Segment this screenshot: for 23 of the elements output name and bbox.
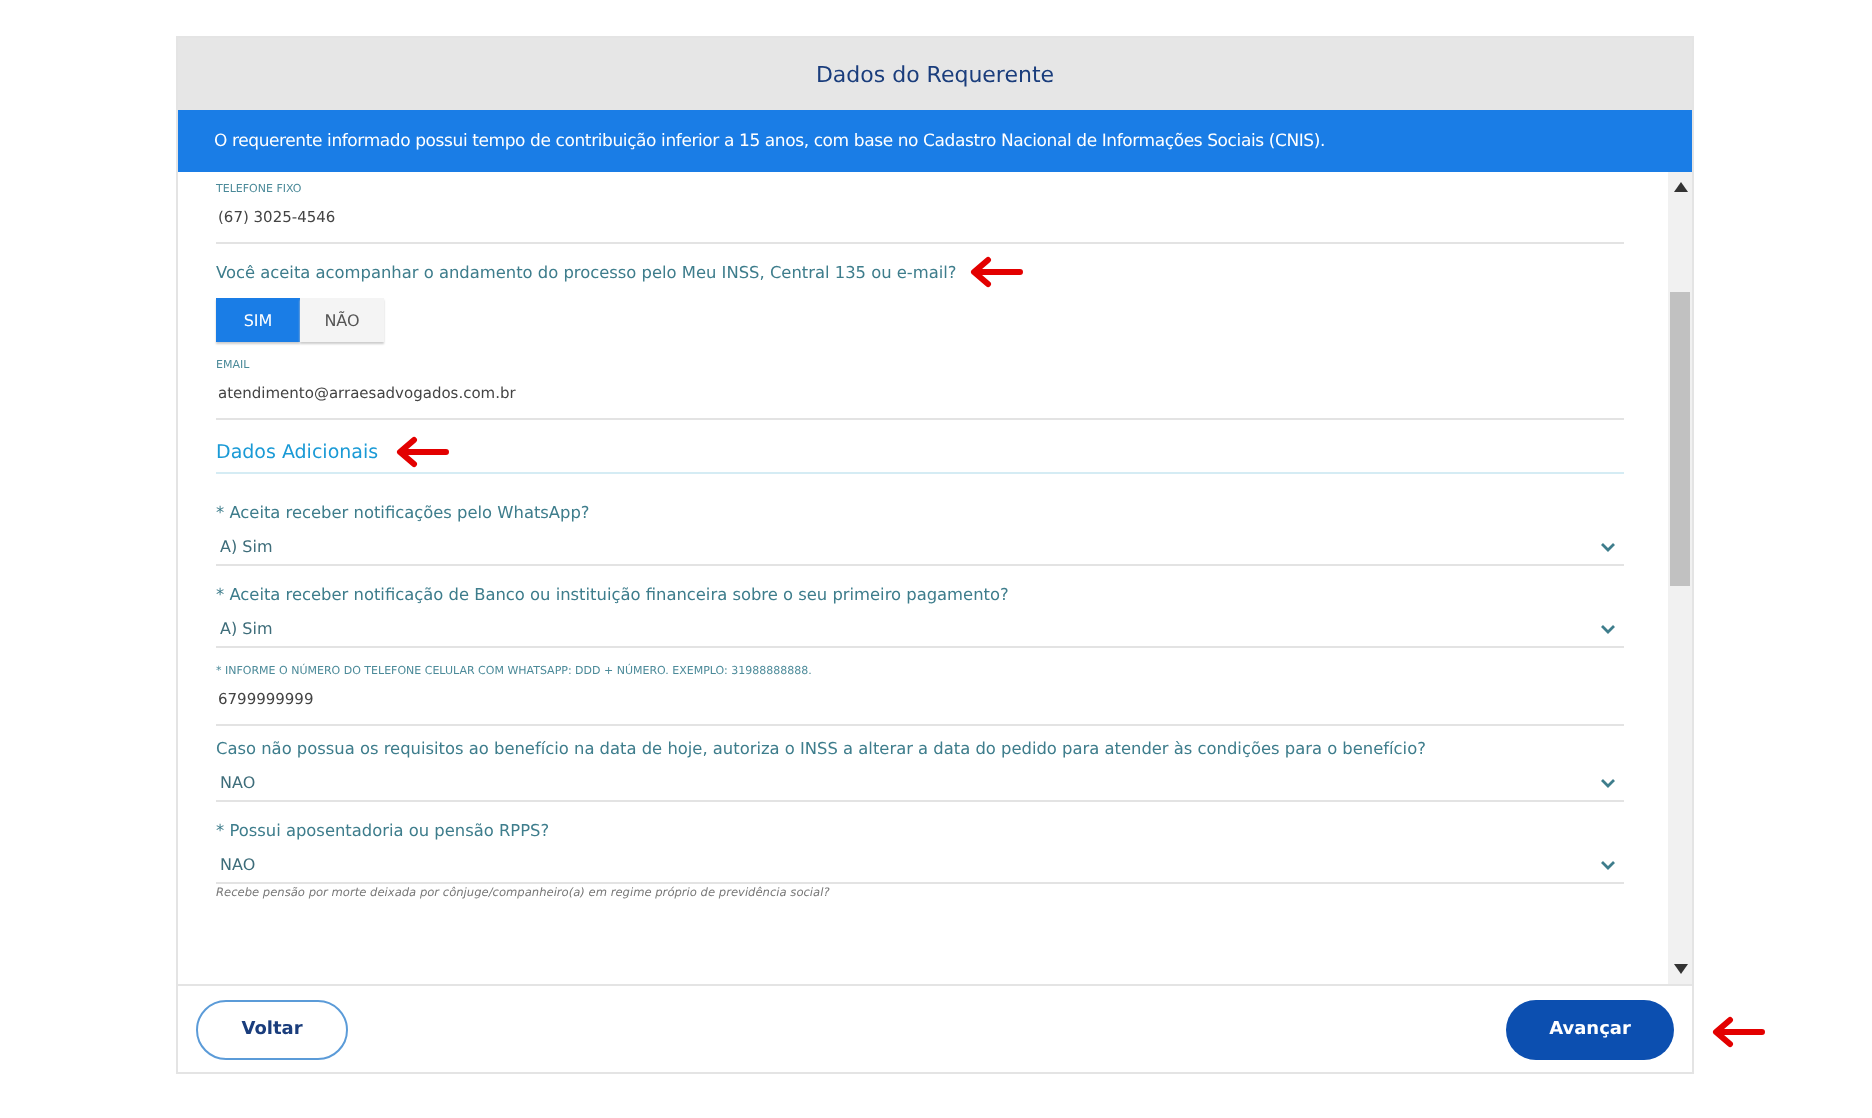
question-text: * Possui aposentadoria ou pensão RPPS? — [216, 820, 550, 840]
chevron-down-icon — [1600, 541, 1616, 551]
back-button[interactable]: Voltar — [196, 999, 348, 1059]
chevron-down-icon — [1600, 623, 1616, 633]
select-field[interactable]: NAO — [216, 846, 1624, 884]
question-text: Você aceita acompanhar o andamento do processo pelo Meu INSS, Central 135 ou e-mail? — [216, 262, 957, 282]
page-title: Dados do Requerente — [815, 61, 1055, 87]
select-field[interactable]: A) Sim — [216, 610, 1624, 648]
chevron-down-icon — [1600, 859, 1616, 869]
next-button[interactable]: Avançar — [1506, 999, 1674, 1059]
scrollbar[interactable] — [1668, 172, 1692, 984]
toggle-option[interactable]: SIM — [216, 298, 300, 342]
section-title: Dados Adicionais — [216, 441, 379, 463]
toggle-option[interactable]: NÃO — [300, 298, 384, 342]
info-banner: O requerente informado possui tempo de contribuição inferior a 15 anos, com base no Cadastro Nacional de Informações Sociais (CNIS). — [178, 110, 1692, 172]
scroll-down-icon[interactable] — [1673, 964, 1687, 974]
chevron-down-icon — [1600, 777, 1616, 787]
question-text: * Aceita receber notificação de Banco ou instituição financeira sobre o seu primeiro pagamento? — [216, 584, 1009, 604]
question-text: * Aceita receber notificações pelo WhatsApp? — [216, 502, 590, 522]
select-field[interactable]: NAO — [216, 764, 1624, 802]
question-text: Caso não possua os requisitos ao benefício na data de hoje, autoriza o INSS a alterar a data do pedido para atender às condições para o benefício? — [216, 738, 1426, 758]
scroll-up-icon[interactable] — [1673, 182, 1687, 192]
select-field[interactable]: A) Sim — [216, 528, 1624, 566]
